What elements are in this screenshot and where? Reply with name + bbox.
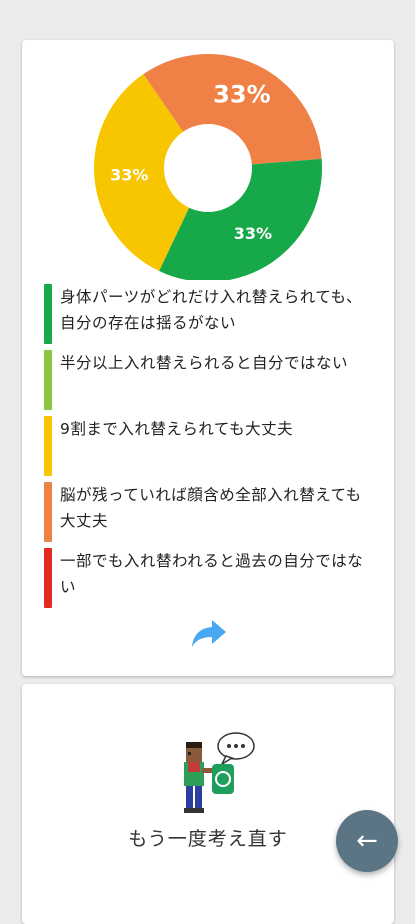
legend-label: 脳が残っていれば顔含め全部入れ替えても大丈夫 [60,486,362,530]
legend-item: 一部でも入れ替われると過去の自分ではない [44,548,374,608]
legend-color-bar [44,416,52,476]
back-fab-button[interactable]: ← [336,810,398,872]
legend-item: 9割まで入れ替えられても大丈夫 [44,416,374,476]
thinking-person-icon [184,732,255,813]
legend-label: 一部でも入れ替われると過去の自分ではない [60,552,364,596]
legend-label: 半分以上入れ替えられると自分ではない [60,354,349,372]
legend-label: 身体パーツがどれだけ入れ替えられても、自分の存在は揺るがない [60,288,362,332]
legend-color-bar [44,350,52,410]
share-arrow-icon [192,620,226,647]
donut-chart: 33% 33% 33% [94,54,322,280]
slice-data-label: 33% [234,224,272,243]
legend-label: 9割まで入れ替えられても大丈夫 [60,420,294,438]
slice-data-label: 33% [110,165,148,184]
result-card: 33% 33% 33% 身体パーツがどれだけ入れ替えられても、自分の存在は揺るがない… [22,40,394,676]
legend-color-bar [44,482,52,542]
legend-item: 半分以上入れ替えられると自分ではない [44,350,374,410]
share-button[interactable] [188,612,230,654]
legend-item: 脳が残っていれば顔含め全部入れ替えても大丈夫 [44,482,374,542]
arrow-left-icon: ← [356,826,378,856]
pie-slice [143,54,322,165]
slice-data-label: 33% [213,81,270,109]
legend-color-bar [44,284,52,344]
retry-card[interactable]: もう一度考え直す [22,684,394,924]
chart-legend: 身体パーツがどれだけ入れ替えられても、自分の存在は揺るがない 半分以上入れ替えら… [44,284,374,614]
legend-color-bar [44,548,52,608]
legend-item: 身体パーツがどれだけ入れ替えられても、自分の存在は揺るがない [44,284,374,344]
